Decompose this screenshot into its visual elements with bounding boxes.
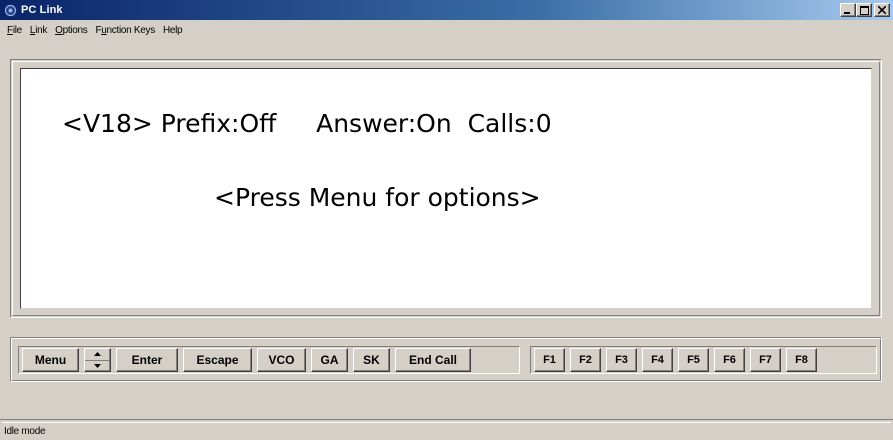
ga-button[interactable]: GA xyxy=(311,348,348,372)
menu-bar: File Link Options Function Keys Help xyxy=(0,20,893,40)
f7-button[interactable]: F7 xyxy=(750,348,781,372)
display-screen: <V18> Prefix:Off Answer:On Calls:0 <Pres… xyxy=(20,68,872,309)
f4-button[interactable]: F4 xyxy=(642,348,673,372)
close-icon xyxy=(878,6,886,14)
maximize-button[interactable] xyxy=(856,3,872,17)
f8-button[interactable]: F8 xyxy=(786,348,817,372)
f3-button[interactable]: F3 xyxy=(606,348,637,372)
app-icon[interactable] xyxy=(3,3,17,17)
f5-button[interactable]: F5 xyxy=(678,348,709,372)
escape-button[interactable]: Escape xyxy=(183,348,252,372)
f1-button[interactable]: F1 xyxy=(534,348,565,372)
display-frame: <V18> Prefix:Off Answer:On Calls:0 <Pres… xyxy=(10,59,882,318)
menu-button[interactable]: Menu xyxy=(22,348,79,372)
spinner-down-arrow-icon[interactable] xyxy=(85,361,110,372)
sk-button[interactable]: SK xyxy=(353,348,390,372)
close-button[interactable] xyxy=(874,3,890,17)
end-call-button[interactable]: End Call xyxy=(395,348,471,372)
menu-help[interactable]: Help xyxy=(159,25,186,36)
spinner-up-arrow-icon[interactable] xyxy=(85,349,110,361)
function-key-group: F1 F2 F3 F4 F5 F6 F7 F8 xyxy=(530,346,877,374)
status-line: <V18> Prefix:Off Answer:On Calls:0 xyxy=(62,109,552,138)
menu-function-keys[interactable]: Function Keys xyxy=(91,25,158,36)
status-text: Idle mode xyxy=(2,422,891,439)
title-bar[interactable]: PC Link xyxy=(0,0,893,20)
vco-button[interactable]: VCO xyxy=(257,348,306,372)
command-button-group: Menu Enter Escape VCO GA SK End Call xyxy=(18,346,520,374)
up-down-spinner[interactable] xyxy=(84,348,111,372)
button-toolbar: Menu Enter Escape VCO GA SK End Call F1 … xyxy=(10,337,882,382)
window-title: PC Link xyxy=(21,4,63,16)
prompt-line: <Press Menu for options> xyxy=(214,183,541,212)
enter-button[interactable]: Enter xyxy=(116,348,178,372)
menu-file[interactable]: File xyxy=(3,25,26,36)
menu-options[interactable]: Options xyxy=(51,25,91,36)
minimize-button[interactable] xyxy=(840,3,856,17)
f2-button[interactable]: F2 xyxy=(570,348,601,372)
minimize-icon xyxy=(844,12,850,14)
maximize-icon xyxy=(859,5,869,15)
f6-button[interactable]: F6 xyxy=(714,348,745,372)
status-bar: Idle mode xyxy=(0,419,893,440)
menu-link[interactable]: Link xyxy=(26,25,51,36)
